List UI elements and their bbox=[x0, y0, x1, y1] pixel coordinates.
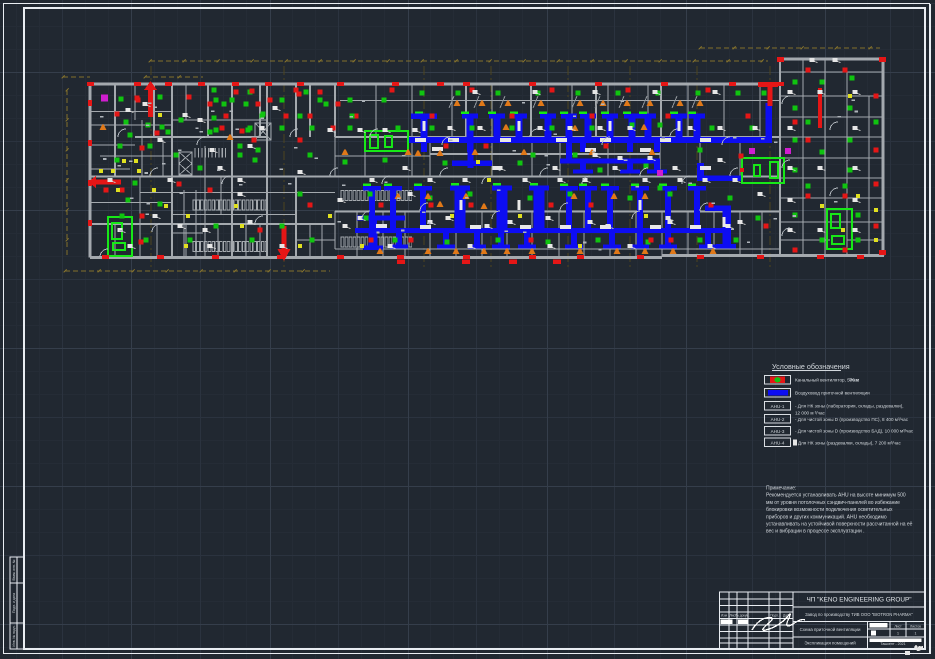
svg-text:Завод по производству ТИВ ООО: Завод по производству ТИВ ООО "BIOTRON P… bbox=[805, 612, 913, 617]
svg-text:AHU-1: AHU-1 bbox=[771, 404, 785, 409]
svg-text:Изм: Изм bbox=[721, 614, 727, 618]
svg-text:Примечание:: Примечание: bbox=[766, 486, 796, 492]
svg-text:Экспликация помещений: Экспликация помещений bbox=[804, 641, 856, 646]
svg-text:Инв. № подл.: Инв. № подл. bbox=[12, 625, 16, 646]
svg-text:Подп.: Подп. bbox=[770, 614, 779, 618]
svg-text:Ташкент - 2021: Ташкент - 2021 bbox=[880, 642, 905, 646]
svg-text:AHU-3: AHU-3 bbox=[771, 429, 785, 434]
svg-text:Схема приточной вентиляции: Схема приточной вентиляции bbox=[800, 627, 861, 632]
svg-text:Условные обозначения: Условные обозначения bbox=[772, 362, 850, 371]
svg-text:AHU-2: AHU-2 bbox=[771, 417, 785, 422]
svg-text:Лист: Лист bbox=[894, 625, 902, 629]
svg-text:мм от уровня потолочных сэндви: мм от уровня потолочных сэндвич-панелей … bbox=[766, 499, 900, 506]
svg-text:Для НК зоны (раздевалки, склад: Для НК зоны (раздевалки, склады), 7 200 … bbox=[798, 441, 901, 446]
svg-text:- Для НК зоны (лаборатория, ск: - Для НК зоны (лаборатория, склады, разд… bbox=[795, 404, 904, 409]
svg-text:устанавливать на устойчивой по: устанавливать на устойчивой поверхности … bbox=[766, 521, 913, 528]
svg-text:вес и вибрации в процессе эксп: вес и вибрации в процессе эксплуатации . bbox=[766, 529, 865, 535]
svg-text:1: 1 bbox=[897, 632, 899, 636]
svg-text:ЧП "KENO ENGINEERING GROUP": ЧП "KENO ENGINEERING GROUP" bbox=[806, 597, 911, 604]
svg-text:Взам. инв. №: Взам. инв. № bbox=[12, 559, 16, 580]
svg-text:AHU-4: AHU-4 bbox=[771, 440, 785, 445]
svg-text:Рекомендуется устанавливать AH: Рекомендуется устанавливать AHU на высот… bbox=[766, 493, 906, 499]
svg-text:Листов: Листов bbox=[910, 625, 921, 629]
svg-text:Подп. и дата: Подп. и дата bbox=[12, 593, 16, 613]
svg-text:приборов и других коммуникаций: приборов и других коммуникаций. AHU необ… bbox=[766, 513, 887, 520]
svg-text:³/час: ³/час bbox=[849, 378, 860, 383]
svg-text:12 000 м ³/час: 12 000 м ³/час bbox=[795, 411, 826, 416]
svg-text:№ докум.: № докум. bbox=[735, 614, 749, 618]
svg-text:- Для чистой зоны D (производс: - Для чистой зоны D (производство БАД), … bbox=[795, 428, 914, 434]
svg-text:Воздуховод приточной вентиляци: Воздуховод приточной вентиляции bbox=[795, 390, 870, 396]
svg-text:- Для чистой зоны D (производс: - Для чистой зоны D (производство ПС), 8… bbox=[795, 416, 909, 422]
svg-text:1: 1 bbox=[915, 632, 917, 636]
svg-text:блокировки возможности подключ: блокировки возможности подключения освет… bbox=[766, 507, 893, 513]
